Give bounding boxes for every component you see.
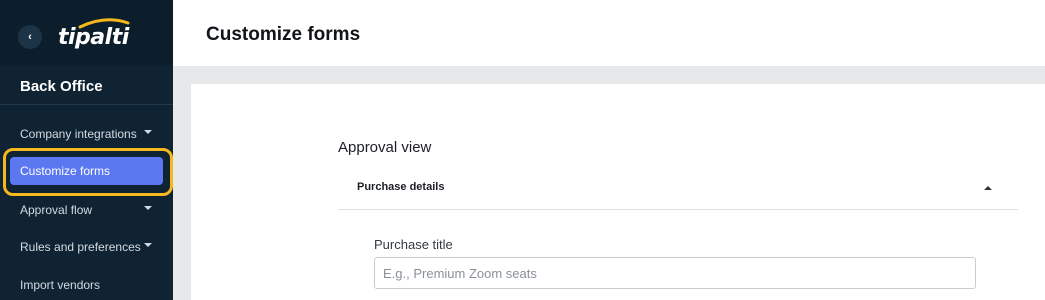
sidebar-item-rules-and-preferences[interactable]: Rules and preferences	[20, 240, 160, 254]
caret-down-icon	[144, 206, 152, 210]
sidebar-item-label: Company integrations	[20, 127, 137, 141]
page-header: Customize forms	[173, 0, 1045, 66]
caret-down-icon	[144, 243, 152, 247]
section-title: Back Office	[20, 78, 103, 95]
sidebar-item-import-vendors[interactable]: Import vendors	[20, 278, 160, 292]
sidebar: ‹ tipalti Back Office Company integratio…	[0, 0, 173, 300]
page-title: Customize forms	[206, 24, 361, 45]
tipalti-logo: tipalti	[58, 17, 130, 51]
chevron-left-icon: ‹	[28, 31, 32, 43]
sidebar-item-approval-flow[interactable]: Approval flow	[20, 203, 160, 217]
sidebar-item-company-integrations[interactable]: Company integrations	[20, 127, 160, 141]
purchase-title-input[interactable]	[374, 257, 976, 289]
sidebar-divider	[0, 104, 173, 105]
sidebar-item-label: Rules and preferences	[20, 240, 141, 254]
purchase-title-label: Purchase title	[374, 237, 453, 252]
accordion-title: Purchase details	[357, 181, 445, 193]
caret-down-icon	[144, 130, 152, 134]
sidebar-item-label: Import vendors	[20, 278, 101, 292]
sidebar-header: ‹ tipalti	[0, 0, 173, 66]
sidebar-item-customize-forms[interactable]: Customize forms	[10, 157, 163, 185]
purchase-details-accordion[interactable]: Purchase details	[338, 172, 1018, 210]
sidebar-item-label: Customize forms	[20, 164, 111, 178]
view-title: Approval view	[338, 139, 432, 156]
sidebar-item-label: Approval flow	[20, 203, 93, 217]
back-button[interactable]: ‹	[18, 25, 42, 49]
logo-text: tipalti	[58, 25, 129, 50]
caret-up-icon[interactable]	[984, 186, 992, 190]
